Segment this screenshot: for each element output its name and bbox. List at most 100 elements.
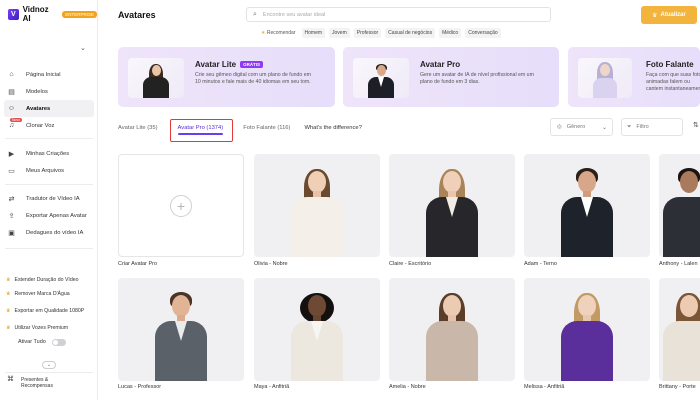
avatar-lite-thumbnail — [128, 58, 184, 98]
files-nav: ▶ Minhas Criações ▭ Meus Arquivos — [0, 145, 98, 179]
avatar-figure — [590, 60, 620, 98]
premium-item-remove-watermark[interactable]: ♛ Remover Marca D'Água — [0, 287, 98, 301]
star-icon: ★ — [261, 29, 266, 36]
sidebar-item-my-creations[interactable]: ▶ Minhas Criações — [0, 145, 98, 162]
promo-title: Avatar Pro — [420, 60, 461, 69]
sidebar-item-clone-voice[interactable]: Novo ♫ Clonar Voz — [0, 117, 98, 134]
avatar-figure — [366, 62, 396, 98]
search-input[interactable]: ⌕ Encontre seu avatar ideal — [246, 7, 551, 22]
promo-avatar-pro[interactable]: Avatar Pro Gere um avatar de IA de nível… — [343, 47, 559, 107]
chip-doctor[interactable]: Médico — [439, 27, 462, 38]
avatar-figure — [286, 289, 348, 381]
chip-business-casual[interactable]: Casual de negócios — [385, 27, 436, 38]
promo-talking-photo[interactable]: Foto Falante Faça com que suas fotos ani… — [568, 47, 700, 107]
search-placeholder: Encontre seu avatar ideal — [262, 11, 326, 18]
filter-button[interactable]: ⏷ Filtro — [621, 118, 683, 136]
export-icon: ⇪ — [8, 212, 15, 220]
chip-conversation[interactable]: Conversação — [465, 27, 501, 38]
crown-icon: ♛ — [6, 308, 11, 314]
tab-avatar-lite[interactable]: Avatar Lite (35) — [118, 125, 158, 131]
sidebar-item-video-translator[interactable]: ⇄ Tradutor de Vídeo IA — [0, 190, 98, 207]
avatar-pro-thumbnail — [353, 58, 409, 98]
filter-icon: ⏷ — [627, 123, 632, 130]
free-badge: GRÁTIS — [240, 61, 264, 69]
chip-teacher[interactable]: Professor — [353, 27, 382, 38]
avatar-figure — [150, 289, 212, 381]
card-label: Amelia - Nobre — [389, 384, 426, 390]
sidebar-item-my-files[interactable]: ▭ Meus Arquivos — [0, 162, 98, 179]
recommend-label: ★ Recomendar — [261, 30, 296, 36]
activate-all-toggle[interactable] — [51, 338, 66, 346]
upgrade-button[interactable]: ♛ Atualizar — [641, 6, 697, 24]
sidebar-item-label: Modelos — [26, 88, 48, 95]
avatar-card[interactable] — [659, 278, 700, 381]
avatar-card[interactable] — [524, 278, 650, 381]
talking-photo-thumbnail — [578, 58, 632, 98]
logo[interactable]: V Vidnoz AI ENTERPRISE — [8, 5, 97, 23]
gifts-rewards-link[interactable]: ⌘ Presentes & Recompensas — [7, 376, 53, 389]
avatar-figure — [659, 165, 700, 257]
promo-description: Crie seu gêmeo digital com um plano de f… — [195, 72, 311, 85]
avatar-figure — [421, 289, 483, 381]
gender-select[interactable]: ◎ Gênero ⌄ — [550, 118, 613, 136]
card-label: Criar Avatar Pro — [118, 261, 158, 267]
difference-link[interactable]: What's the difference? — [304, 125, 361, 131]
gift-label-line2: Recompensas — [21, 383, 53, 389]
sidebar: V Vidnoz AI ENTERPRISE ⌄ ⌂ Página Inicia… — [0, 0, 98, 400]
create-avatar-card[interactable]: + — [118, 154, 244, 257]
recommend-text: Recomendar — [266, 29, 296, 36]
sidebar-item-home[interactable]: ⌂ Página Inicial — [0, 66, 98, 83]
tab-talking-photo[interactable]: Foto Falante (116) — [243, 125, 290, 131]
avatar-card[interactable] — [389, 278, 515, 381]
chevron-down-icon[interactable]: ⌄ — [80, 44, 86, 52]
recommend-chips: ★ Recomendar Homem Jovem Professor Casua… — [261, 27, 505, 38]
avatar-type-tabs: Avatar Lite (35) Avatar Pro (1374) Foto … — [118, 122, 382, 135]
premium-item-label: Estender Duração do Vídeo — [14, 277, 79, 283]
chevron-down-icon: ⌄ — [601, 124, 607, 131]
active-tab-highlight — [170, 119, 233, 142]
avatar-card[interactable] — [659, 154, 700, 257]
scroll-down-icon[interactable]: ⌄ — [42, 361, 56, 369]
crown-icon: ♛ — [652, 12, 658, 19]
promo-description: Gere um avatar de IA de nível profission… — [420, 72, 534, 85]
sidebar-item-video-dedagues[interactable]: ▣ Dedagues do vídeo IA — [0, 224, 98, 241]
promo-description: Faça com que suas fotos animadas falem o… — [646, 72, 700, 92]
avatar-figure — [141, 62, 171, 98]
avatar-figure — [556, 165, 618, 257]
video-icon: ▣ — [8, 229, 15, 237]
app-name: Vidnoz AI — [22, 5, 49, 23]
avatar-card[interactable] — [118, 278, 244, 381]
play-icon: ▶ — [8, 150, 15, 158]
premium-item-label: Remover Marca D'Água — [14, 291, 70, 297]
avatar-icon: ☺ — [7, 105, 16, 112]
new-badge: Novo — [10, 118, 23, 122]
avatar-figure — [659, 289, 700, 381]
promo-avatar-lite[interactable]: Avatar Lite GRÁTIS Crie seu gêmeo digital… — [118, 47, 335, 107]
divider — [5, 184, 93, 185]
main-nav: ⌂ Página Inicial ▤ Modelos ☺ Avatares No… — [0, 66, 98, 134]
translate-icon: ⇄ — [8, 195, 15, 203]
premium-item-extend-duration[interactable]: ♛ Estender Duração do Vídeo — [0, 273, 98, 287]
premium-item-label: Utilizar Vozes Premium — [14, 325, 69, 331]
premium-item-export-1080p[interactable]: ♛ Exportar em Qualidade 1080P — [0, 301, 98, 321]
card-label: Adam - Terno — [524, 261, 557, 267]
avatar-card[interactable] — [254, 154, 380, 257]
voice-icon: ♫ — [8, 122, 15, 129]
crown-icon: ♛ — [6, 277, 11, 283]
sidebar-item-templates[interactable]: ▤ Modelos — [0, 83, 98, 100]
chip-man[interactable]: Homem — [301, 27, 326, 38]
avatar-card[interactable] — [524, 154, 650, 257]
upgrade-label: Atualizar — [660, 12, 686, 18]
avatar-figure — [421, 165, 483, 257]
sidebar-item-export-avatar[interactable]: ⇪ Exportar Apenas Avatar — [0, 207, 98, 224]
sort-icon[interactable]: ⇅ — [693, 121, 699, 129]
gender-icon: ◎ — [557, 124, 562, 130]
avatar-card[interactable] — [389, 154, 515, 257]
premium-item-premium-voices[interactable]: ♛ Utilizar Vozes Premium — [0, 321, 98, 335]
crown-icon: ♛ — [6, 325, 11, 331]
sidebar-item-avatars[interactable]: ☺ Avatares — [4, 100, 94, 117]
chip-young[interactable]: Jovem — [329, 27, 350, 38]
premium-item-label: Exportar em Qualidade 1080P — [14, 308, 85, 314]
avatar-figure — [286, 165, 348, 257]
avatar-card[interactable] — [254, 278, 380, 381]
